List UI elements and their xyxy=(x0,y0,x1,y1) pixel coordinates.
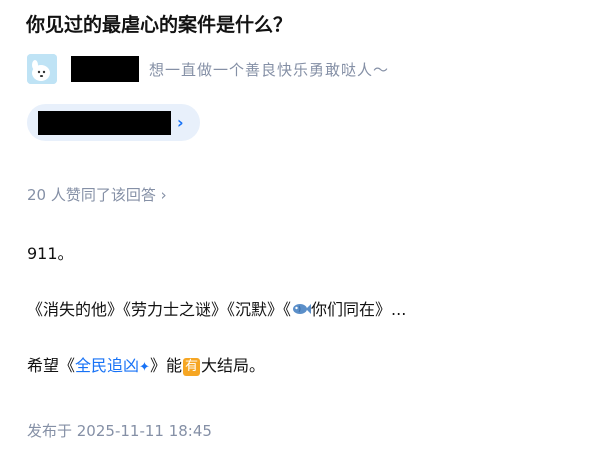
answer-text: 《消失的他》《劳力士之谜》《沉默》《 xyxy=(27,300,292,319)
link-text[interactable]: 全民追凶 xyxy=(75,356,139,375)
question-title[interactable]: 你见过的最虐心的案件是什么？ xyxy=(26,10,292,37)
you-badge: 有 xyxy=(182,358,200,376)
answer-text: 》能 xyxy=(149,356,182,375)
dog-avatar-icon xyxy=(27,54,57,84)
chevron-right-icon: › xyxy=(177,113,184,132)
author-bio: 想一直做一个善良快乐勇敢哒人～ xyxy=(149,60,390,79)
answer-paragraph: 《消失的他》《劳力士之谜》《沉默》《 你们同在》... xyxy=(27,296,406,320)
answer-paragraph: 希望《全民追凶✦》能有大结局。 xyxy=(27,352,265,376)
publish-time: 发布于 2025-11-11 18:45 xyxy=(27,422,212,440)
topic-name-redacted xyxy=(38,110,171,135)
topic-pill[interactable]: › xyxy=(27,104,200,141)
answer-text: 大结局。 xyxy=(200,356,265,375)
search-keyword-link[interactable]: 全民追凶✦ xyxy=(75,356,150,375)
fish-icon xyxy=(293,304,312,314)
answer-paragraph: 911。 xyxy=(27,244,74,263)
author-name-redacted[interactable] xyxy=(71,56,139,82)
answer-text: 你们同在》... xyxy=(311,300,407,319)
author-row: 想一直做一个善良快乐勇敢哒人～ xyxy=(27,53,389,85)
author-avatar[interactable] xyxy=(27,54,57,84)
sparkle-icon: ✦ xyxy=(139,360,150,375)
answer-text: 希望《 xyxy=(27,356,76,375)
vote-count-link[interactable]: 20 人赞同了该回答 › xyxy=(27,184,167,205)
